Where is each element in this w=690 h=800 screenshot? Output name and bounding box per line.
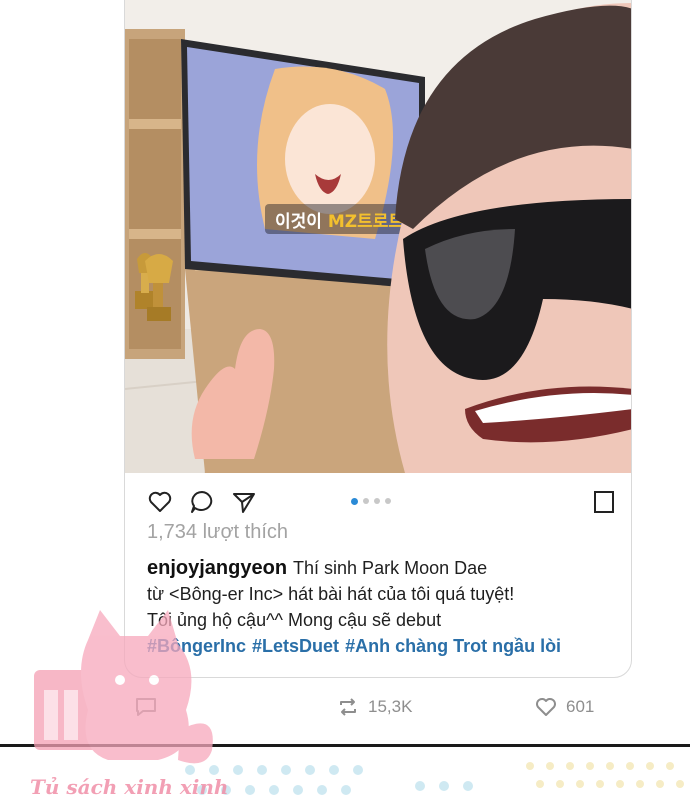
hashtag-link[interactable]: #BôngerInc [147,636,246,656]
caption-line-2: từ <Bông-er Inc> hát bài hát của tôi quá… [147,584,515,604]
watermark-text: Tủ sách xinh xinh [30,775,229,799]
panel-divider [0,744,690,747]
hashtag-link[interactable]: #LetsDuet [252,636,339,656]
tweet-action-bar: 15,3K 601 [124,690,632,726]
hashtag-link[interactable]: #Anh chàng Trot ngầu lòi [345,636,561,656]
post-image[interactable]: 이것이 MZ트로트 [125,0,631,473]
repost-icon [340,698,356,716]
like-count: 601 [566,697,595,716]
username-link[interactable]: enjoyjangyeon [147,557,287,579]
caption-line-1: Thí sinh Park Moon Dae [293,558,488,578]
comment-icon [136,698,156,716]
post-card: 이것이 MZ트로트 1,734 lượt thích enjoyjangyeon… [124,0,632,678]
like-button[interactable]: 601 [534,696,594,718]
hashtag-list: #BôngerInc #LetsDuet #Anh chàng Trot ngầu … [147,636,567,656]
carousel-indicator [351,497,391,506]
decorative-dot-pattern [185,762,684,795]
comment-button[interactable] [134,696,158,718]
bookmark-icon[interactable] [591,489,617,515]
carousel-dot [363,498,369,504]
speech-bubble-icon[interactable] [189,489,215,515]
caption-line-3: Tôi ủng hộ cậu^^ Mong cậu sẽ debut [147,610,442,630]
repost-button[interactable]: 15,3K [336,696,412,718]
paper-plane-icon[interactable] [231,489,257,515]
post-caption: enjoyjangyeon Thí sinh Park Moon Dae từ <… [147,555,617,659]
repost-count: 15,3K [368,697,413,716]
heart-outline-icon[interactable] [147,489,173,515]
carousel-dot [385,498,391,504]
tv-caption: 이것이 MZ트로트 [275,212,404,232]
carousel-dot-active [351,497,358,505]
heart-icon [536,698,556,716]
carousel-dot [374,498,380,504]
likes-count[interactable]: 1,734 lượt thích [147,521,288,544]
post-illustration: 이것이 MZ트로트 [125,0,631,473]
